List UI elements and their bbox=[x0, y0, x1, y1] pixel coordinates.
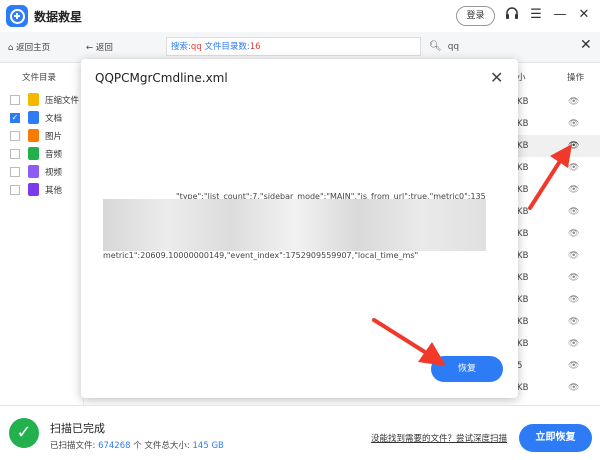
back-arrow-icon: ← bbox=[86, 43, 94, 53]
category-checkbox-checked[interactable]: ✓ bbox=[10, 113, 20, 123]
scan-statistics: 已扫描文件: 674268 个 文件总大小: 145 GB bbox=[50, 441, 224, 451]
category-audio[interactable]: 音频 bbox=[0, 146, 83, 162]
preview-eye-icon[interactable]: 👁︎ bbox=[568, 339, 579, 349]
sidebar-header: 文件目录 bbox=[22, 73, 57, 83]
app-logo-icon bbox=[6, 5, 28, 27]
preview-eye-icon[interactable]: 👁︎ bbox=[568, 317, 579, 327]
headset-support-icon[interactable] bbox=[503, 6, 521, 24]
archive-file-icon bbox=[28, 93, 39, 106]
back-button[interactable]: ← 返回 bbox=[86, 41, 113, 53]
image-file-icon bbox=[28, 129, 39, 142]
login-button[interactable]: 登录 bbox=[456, 6, 495, 26]
preview-eye-icon[interactable]: 👁︎ bbox=[568, 273, 579, 283]
dialog-title: QQPCMgrCmdline.xml bbox=[95, 71, 228, 85]
blurred-content bbox=[103, 199, 486, 251]
category-checkbox[interactable] bbox=[10, 131, 20, 141]
category-checkbox[interactable] bbox=[10, 185, 20, 195]
size-column-header: 小 bbox=[517, 73, 526, 83]
home-label: 返回主页 bbox=[16, 43, 51, 53]
preview-eye-icon[interactable]: 👁︎ bbox=[568, 229, 579, 239]
category-images[interactable]: 图片 bbox=[0, 128, 83, 144]
document-file-icon bbox=[28, 111, 39, 124]
status-footer: ✓ 扫描已完成 已扫描文件: 674268 个 文件总大小: 145 GB 没能… bbox=[0, 405, 600, 460]
audio-file-icon bbox=[28, 147, 39, 160]
annotation-arrow-icon bbox=[528, 144, 572, 210]
preview-text-line: metric1":20609.10000000149,"event_index"… bbox=[103, 251, 419, 260]
home-button[interactable]: ⌂ 返回主页 bbox=[8, 41, 50, 53]
preview-eye-icon[interactable]: 👁︎ bbox=[568, 119, 579, 129]
annotation-arrow-icon bbox=[372, 318, 446, 366]
preview-eye-icon[interactable]: 👁︎ bbox=[568, 383, 579, 393]
category-documents[interactable]: ✓ 文档 bbox=[0, 110, 83, 126]
category-other[interactable]: 其他 bbox=[0, 182, 83, 198]
action-column-header: 操作 bbox=[567, 73, 585, 83]
file-category-sidebar: 文件目录 压缩文件 ✓ 文档 图片 音频 视频 其他 bbox=[0, 63, 84, 405]
close-window-icon[interactable]: ✕ bbox=[575, 6, 593, 24]
back-label: 返回 bbox=[95, 43, 113, 53]
video-file-icon bbox=[28, 165, 39, 178]
preview-eye-icon[interactable]: 👁︎ bbox=[568, 295, 579, 305]
category-video[interactable]: 视频 bbox=[0, 164, 83, 180]
category-checkbox[interactable] bbox=[10, 95, 20, 105]
checkmark-success-icon: ✓ bbox=[9, 418, 39, 448]
search-input[interactable]: 🔍︎ qq bbox=[429, 37, 567, 56]
category-compressed[interactable]: 压缩文件 bbox=[0, 92, 83, 108]
scan-status-title: 扫描已完成 bbox=[50, 422, 105, 435]
minimize-icon[interactable]: — bbox=[551, 6, 569, 24]
dialog-close-icon[interactable]: ✕ bbox=[490, 68, 503, 87]
menu-icon[interactable]: ☰ bbox=[527, 6, 545, 24]
home-icon: ⌂ bbox=[8, 43, 14, 53]
search-path-display: 搜索:qq 文件目录数:16 bbox=[166, 37, 421, 56]
deep-scan-link[interactable]: 没能找到需要的文件？尝试深度扫描 bbox=[371, 432, 507, 444]
other-file-icon bbox=[28, 183, 39, 196]
title-bar: 数据救星 登录 ☰ — ✕ bbox=[0, 0, 600, 32]
preview-eye-icon[interactable]: 👁︎ bbox=[568, 251, 579, 261]
preview-eye-icon[interactable]: 👁︎ bbox=[568, 361, 579, 371]
preview-eye-icon[interactable]: 👁︎ bbox=[568, 97, 579, 107]
recover-now-button[interactable]: 立即恢复 bbox=[519, 424, 592, 452]
category-checkbox[interactable] bbox=[10, 149, 20, 159]
category-checkbox[interactable] bbox=[10, 167, 20, 177]
app-title: 数据救星 bbox=[34, 10, 83, 24]
clear-search-icon[interactable]: ✕ bbox=[580, 37, 592, 53]
search-icon: 🔍︎ bbox=[429, 41, 442, 52]
